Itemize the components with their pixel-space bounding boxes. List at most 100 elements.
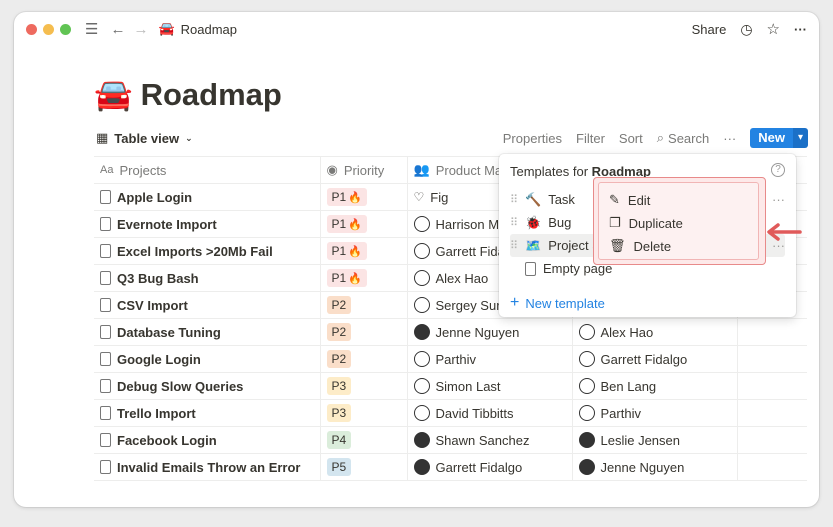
more-icon[interactable]: ··· — [772, 192, 785, 207]
clock-icon[interactable]: ◷ — [740, 21, 752, 38]
toolbar-actions: Properties Filter Sort ⌕ Search ··· New … — [503, 128, 808, 148]
minimize-window-button[interactable] — [43, 23, 54, 35]
context-menu-panel: ✎ Edit ❐ Duplicate 🗑 Delete — [598, 182, 759, 260]
properties-button[interactable]: Properties — [503, 131, 562, 146]
sort-button[interactable]: Sort — [619, 131, 643, 146]
close-window-button[interactable] — [26, 23, 37, 35]
table-row[interactable]: Debug Slow Queries P3 Simon Last Ben Lang — [94, 372, 807, 400]
project-name: Facebook Login — [117, 432, 217, 448]
priority-cell[interactable]: P1 🔥 — [320, 264, 408, 292]
person-cell[interactable]: Garrett Fidalgo — [572, 345, 738, 373]
priority-cell[interactable]: P1 🔥 — [320, 210, 408, 238]
share-button[interactable]: Share — [692, 22, 727, 37]
project-cell[interactable]: Invalid Emails Throw an Error — [94, 453, 321, 481]
drag-handle-icon[interactable]: ⠿ — [510, 239, 518, 252]
breadcrumb[interactable]: 🚘 Roadmap — [158, 21, 237, 37]
empty-cell[interactable] — [737, 453, 807, 481]
template-label: Bug — [548, 215, 572, 230]
column-label: Projects — [119, 162, 167, 178]
project-cell[interactable]: Database Tuning — [94, 318, 321, 346]
search-button[interactable]: ⌕ Search — [657, 130, 709, 146]
person-name: Harrison Me — [435, 216, 507, 232]
person-cell[interactable]: Ben Lang — [572, 372, 738, 400]
priority-cell[interactable]: P4 — [320, 426, 408, 454]
filter-button[interactable]: Filter — [576, 131, 605, 146]
product-manager-cell[interactable]: Parthiv — [407, 345, 573, 373]
person-cell[interactable]: Jenne Nguyen — [572, 453, 738, 481]
new-dropdown-button[interactable]: ▾ — [792, 128, 808, 148]
project-cell[interactable]: Debug Slow Queries — [94, 372, 321, 400]
view-selector[interactable]: ▦ Table view ⌄ — [96, 130, 193, 146]
page-emoji-icon: 🚘 — [158, 21, 175, 36]
priority-label: P1 — [331, 244, 347, 258]
back-arrow-icon[interactable]: ← — [110, 21, 125, 38]
person-name: Jenne Nguyen — [435, 324, 520, 340]
empty-cell[interactable] — [737, 372, 807, 400]
empty-cell[interactable] — [737, 318, 807, 346]
project-cell[interactable]: Google Login — [94, 345, 321, 373]
project-cell[interactable]: Excel Imports >20Mb Fail — [94, 237, 321, 265]
empty-cell[interactable] — [737, 399, 807, 427]
project-cell[interactable]: Trello Import — [94, 399, 321, 427]
priority-cell[interactable]: P1 🔥 — [320, 183, 408, 211]
empty-cell[interactable] — [737, 426, 807, 454]
delete-menu-item[interactable]: 🗑 Delete — [609, 235, 671, 257]
priority-cell[interactable]: P3 — [320, 372, 408, 400]
table-row[interactable]: Trello Import P3 David Tibbitts Parthiv — [94, 399, 807, 427]
priority-label: P2 — [331, 325, 347, 339]
product-manager-cell[interactable]: Simon Last — [407, 372, 573, 400]
project-cell[interactable]: CSV Import — [94, 291, 321, 319]
maximize-window-button[interactable] — [60, 23, 71, 35]
project-cell[interactable]: Q3 Bug Bash — [94, 264, 321, 292]
fire-icon: 🔥 — [348, 191, 362, 204]
project-name: Invalid Emails Throw an Error — [117, 459, 301, 475]
trash-icon: 🗑 — [609, 238, 626, 253]
product-manager-cell[interactable]: Garrett Fidalgo — [407, 453, 573, 481]
avatar — [413, 324, 430, 340]
priority-cell[interactable]: P2 — [320, 291, 408, 319]
star-icon[interactable]: ☆ — [767, 20, 780, 38]
person-cell[interactable]: Leslie Jensen — [572, 426, 738, 454]
help-icon[interactable]: ? — [771, 163, 785, 177]
project-name: Evernote Import — [117, 216, 217, 232]
priority-cell[interactable]: P3 — [320, 399, 408, 427]
forward-arrow-icon[interactable]: → — [133, 21, 148, 38]
drag-handle-icon[interactable]: ⠿ — [510, 216, 518, 229]
project-cell[interactable]: Apple Login — [94, 183, 321, 211]
product-manager-cell[interactable]: David Tibbitts — [407, 399, 573, 427]
avatar — [413, 297, 430, 313]
hamburger-icon[interactable]: ☰ — [85, 20, 98, 38]
new-template-button[interactable]: + New template — [510, 294, 605, 312]
project-cell[interactable]: Evernote Import — [94, 210, 321, 238]
avatar — [578, 459, 595, 475]
new-button[interactable]: New — [750, 128, 793, 148]
priority-cell[interactable]: P2 — [320, 345, 408, 373]
column-header-priority[interactable]: ◉ Priority — [320, 156, 408, 184]
more-icon[interactable]: ··· — [794, 22, 807, 37]
page-emoji-icon: 🚘 — [94, 77, 133, 112]
person-cell[interactable]: Alex Hao — [572, 318, 738, 346]
table-row[interactable]: Invalid Emails Throw an Error P5 Garrett F… — [94, 453, 807, 481]
person-cell[interactable]: Parthiv — [572, 399, 738, 427]
table-row[interactable]: Google Login P2 Parthiv Garrett Fidalgo — [94, 345, 807, 373]
empty-cell[interactable] — [737, 345, 807, 373]
column-header-projects[interactable]: Aa Projects — [94, 156, 321, 184]
table-row[interactable]: Database Tuning P2 Jenne Nguyen Alex Hao — [94, 318, 807, 346]
person-name: Alex Hao — [600, 324, 654, 340]
product-manager-cell[interactable]: Jenne Nguyen — [407, 318, 573, 346]
table-row[interactable]: Facebook Login P4 Shawn Sanchez Leslie Jens… — [94, 426, 807, 454]
drag-handle-icon[interactable]: ⠿ — [510, 193, 518, 206]
more-options-button[interactable]: ··· — [723, 131, 736, 146]
product-manager-cell[interactable]: Shawn Sanchez — [407, 426, 573, 454]
priority-cell[interactable]: P1 🔥 — [320, 237, 408, 265]
page-title-text[interactable]: Roadmap — [141, 77, 282, 113]
duplicate-menu-item[interactable]: ❐ Duplicate — [609, 212, 683, 234]
search-label: Search — [668, 130, 710, 146]
page-icon — [100, 271, 111, 285]
priority-cell[interactable]: P5 — [320, 453, 408, 481]
priority-tag: P1 🔥 — [326, 215, 367, 233]
project-name: Database Tuning — [117, 324, 221, 340]
priority-cell[interactable]: P2 — [320, 318, 408, 346]
project-cell[interactable]: Facebook Login — [94, 426, 321, 454]
edit-menu-item[interactable]: ✎ Edit — [609, 189, 650, 211]
